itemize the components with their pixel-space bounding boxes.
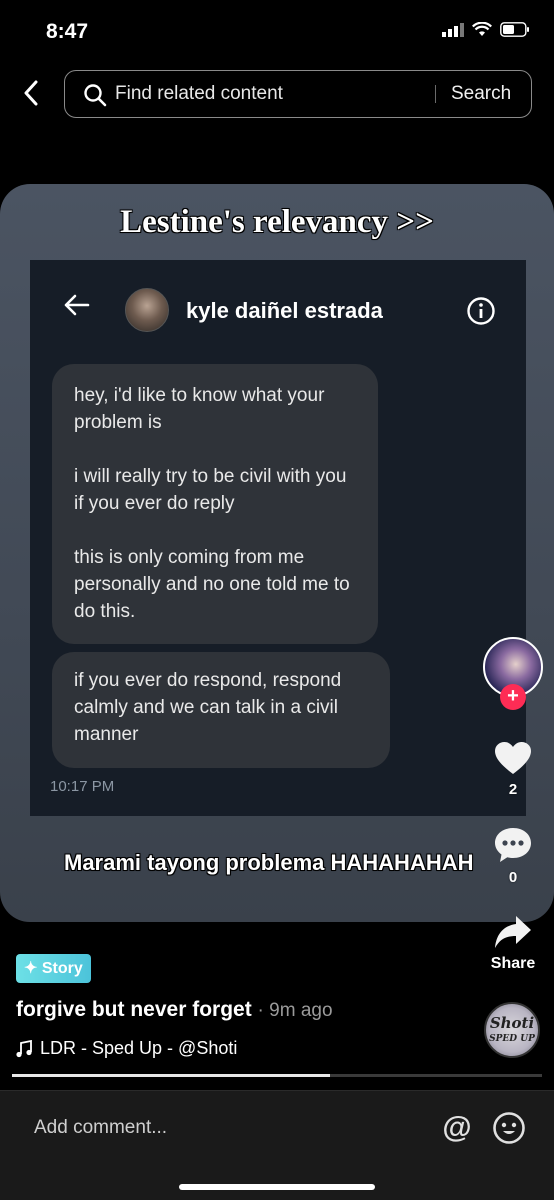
comment-input[interactable]: Add comment... xyxy=(34,1117,167,1139)
disc-label-top: Shoti xyxy=(489,1014,535,1032)
wifi-icon xyxy=(472,22,492,36)
search-divider xyxy=(435,85,436,103)
share-label: Share xyxy=(490,955,536,972)
video-caption: Marami tayong problema HAHAHAHAH xyxy=(64,850,474,875)
share-arrow-icon xyxy=(495,916,531,948)
video-progress-bar[interactable] xyxy=(12,1074,542,1077)
chat-message-bubble: if you ever do respond, respond calmly a… xyxy=(52,652,390,768)
chat-message-paragraph: hey, i'd like to know what your problem … xyxy=(74,385,325,433)
music-title: LDR - Sped Up - @Shoti xyxy=(40,1038,238,1058)
smiley-icon xyxy=(493,1112,525,1144)
like-count: 2 xyxy=(508,781,518,798)
chat-message-paragraph: i will really try to be civil with you i… xyxy=(74,466,347,514)
search-icon xyxy=(84,84,107,107)
music-note-icon xyxy=(16,1039,32,1057)
home-indicator xyxy=(179,1184,375,1190)
mention-button[interactable]: @ xyxy=(440,1111,474,1145)
chat-message-paragraph: this is only coming from me personally a… xyxy=(74,547,350,622)
comment-count: 0 xyxy=(508,869,518,886)
music-info[interactable]: LDR - Sped Up - @Shoti xyxy=(16,1038,237,1059)
heart-icon xyxy=(495,742,531,774)
story-badge[interactable]: ✦ Story xyxy=(16,954,91,983)
share-button[interactable]: Share xyxy=(483,914,543,973)
chat-message-paragraph: if you ever do respond, respond calmly a… xyxy=(74,670,342,745)
music-disc[interactable]: Shoti SPED UP xyxy=(484,1002,540,1058)
at-sign-icon: @ xyxy=(442,1111,472,1144)
like-button[interactable]: 2 xyxy=(483,740,543,798)
follow-button[interactable]: + xyxy=(500,684,526,710)
description-text: forgive but never forget xyxy=(16,998,252,1021)
emoji-button[interactable] xyxy=(492,1111,526,1150)
search-bar[interactable]: Find related content Search xyxy=(64,70,532,118)
post-time: · 9m ago xyxy=(257,1000,333,1021)
chat-message-bubble: hey, i'd like to know what your problem … xyxy=(52,364,378,644)
comment-bubble-icon xyxy=(495,828,531,862)
status-icons xyxy=(442,22,530,37)
video-progress-fill xyxy=(12,1074,330,1077)
info-icon xyxy=(467,297,495,325)
battery-icon xyxy=(500,22,529,37)
arrow-left-icon xyxy=(64,294,90,316)
chat-contact-avatar xyxy=(125,288,169,332)
video-description: forgive but never forget · 9m ago xyxy=(16,998,333,1022)
disc-label-bottom: SPED UP xyxy=(489,1034,535,1044)
back-button[interactable] xyxy=(18,78,44,108)
signal-icon xyxy=(442,22,464,37)
comment-button[interactable]: 0 xyxy=(483,826,543,886)
search-input[interactable]: Find related content xyxy=(115,83,283,105)
chat-contact-name: kyle daiñel estrada xyxy=(186,298,383,323)
video-player[interactable]: Lestine's relevancy >> kyle daiñel estra… xyxy=(0,184,554,922)
search-button[interactable]: Search xyxy=(451,83,511,105)
status-time: 8:47 xyxy=(46,20,89,43)
video-overlay-title: Lestine's relevancy >> xyxy=(120,204,434,240)
chevron-left-icon xyxy=(24,80,38,106)
chat-screenshot: kyle daiñel estrada hey, i'd like to kno… xyxy=(30,260,526,816)
chat-timestamp: 10:17 PM xyxy=(50,778,115,795)
